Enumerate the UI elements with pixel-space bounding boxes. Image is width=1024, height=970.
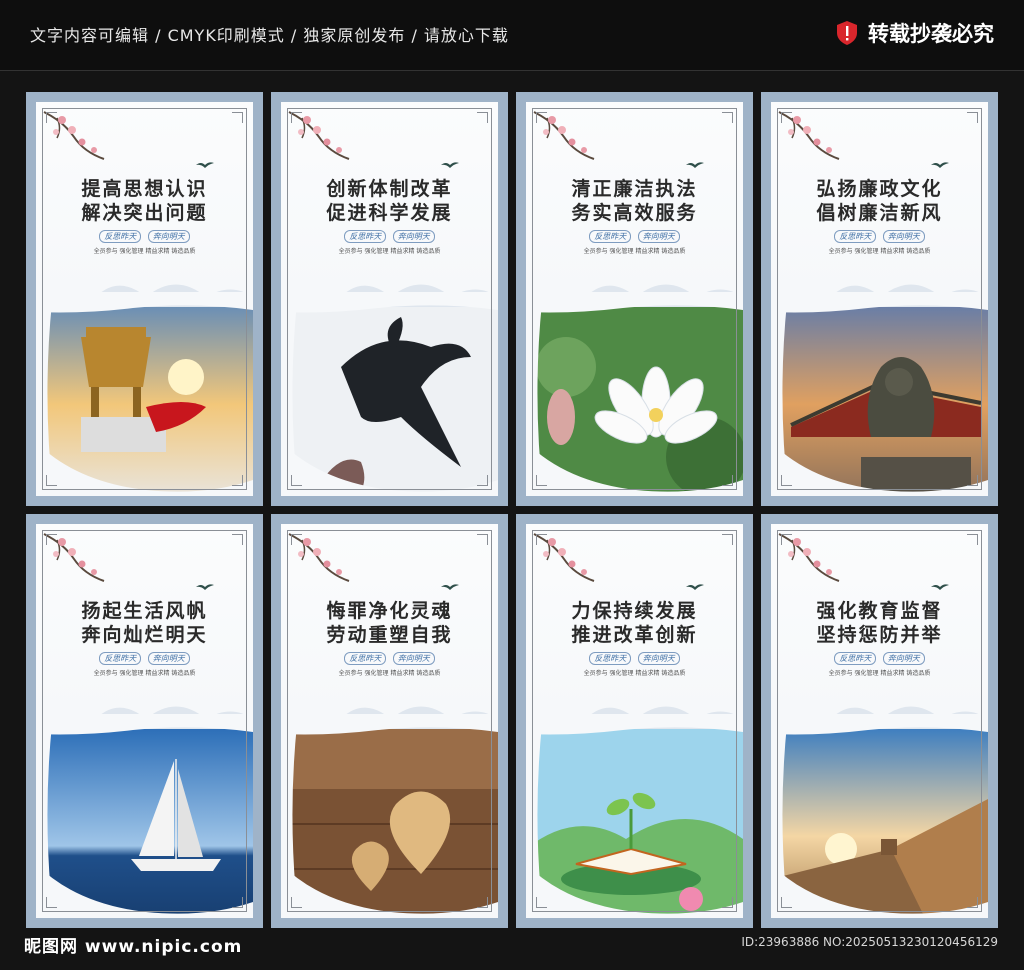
poster-inner: 创新体制改革 促进科学发展 反思昨天 奔向明天 全员参与 强化管理 精益求精 铸…: [281, 102, 498, 496]
poster-title-line1: 创新体制改革: [326, 178, 453, 200]
copyright-warning: 转载抄袭必究: [836, 18, 994, 48]
poster-title-line1: 提高思想认识: [81, 178, 208, 200]
poster-card: 强化教育监督 坚持惩防并举 反思昨天 奔向明天 全员参与 强化管理 精益求精 铸…: [761, 514, 998, 928]
poster-title-line2: 倡树廉洁新风: [816, 202, 943, 224]
poster-card: 创新体制改革 促进科学发展 反思昨天 奔向明天 全员参与 强化管理 精益求精 铸…: [271, 92, 508, 506]
plum-blossom-icon: [43, 111, 105, 160]
poster-title: 扬起生活风帆 奔向灿烂明天: [36, 599, 253, 647]
poster-title-line2: 坚持惩防并举: [816, 624, 943, 646]
stamp-reflect: 反思昨天: [589, 652, 632, 665]
poster-card: 力保持续发展 推进改革创新 反思昨天 奔向明天 全员参与 强化管理 精益求精 铸…: [516, 514, 753, 928]
ink-brush-overlay: [36, 714, 253, 918]
swallow-icon: [441, 162, 459, 168]
poster-title: 力保持续发展 推进改革创新: [526, 599, 743, 647]
poster-inner: 悔罪净化灵魂 劳动重塑自我 反思昨天 奔向明天 全员参与 强化管理 精益求精 铸…: [281, 524, 498, 918]
plum-blossom-icon: [288, 111, 350, 160]
poster-stamps: 反思昨天 奔向明天: [36, 652, 253, 665]
poster-title: 清正廉洁执法 务实高效服务: [526, 177, 743, 225]
stamp-tomorrow: 奔向明天: [882, 652, 925, 665]
poster-title: 弘扬廉政文化 倡树廉洁新风: [771, 177, 988, 225]
plum-blossom-icon: [533, 111, 595, 160]
stamp-reflect: 反思昨天: [99, 230, 142, 243]
ink-brush-overlay: [281, 292, 498, 496]
poster-title-line2: 推进改革创新: [571, 624, 698, 646]
stamp-reflect: 反思昨天: [589, 230, 632, 243]
poster-stamps: 反思昨天 奔向明天: [771, 652, 988, 665]
poster-inner: 扬起生活风帆 奔向灿烂明天 反思昨天 奔向明天 全员参与 强化管理 精益求精 铸…: [36, 524, 253, 918]
stamp-tomorrow: 奔向明天: [392, 652, 435, 665]
swallow-icon: [196, 162, 214, 168]
poster-inner: 力保持续发展 推进改革创新 反思昨天 奔向明天 全员参与 强化管理 精益求精 铸…: [526, 524, 743, 918]
swallow-icon: [196, 584, 214, 590]
poster-title-line2: 务实高效服务: [571, 202, 698, 224]
poster-card: 悔罪净化灵魂 劳动重塑自我 反思昨天 奔向明天 全员参与 强化管理 精益求精 铸…: [271, 514, 508, 928]
poster-title: 提高思想认识 解决突出问题: [36, 177, 253, 225]
stamp-tomorrow: 奔向明天: [392, 230, 435, 243]
stamp-tomorrow: 奔向明天: [882, 230, 925, 243]
poster-inner: 提高思想认识 解决突出问题 反思昨天 奔向明天 全员参与 强化管理 精益求精 铸…: [36, 102, 253, 496]
ink-brush-overlay: [771, 292, 988, 496]
top-banner: 文字内容可编辑 / CMYK印刷模式 / 独家原创发布 / 请放心下载 转载抄袭…: [0, 0, 1024, 71]
poster-stamps: 反思昨天 奔向明天: [526, 230, 743, 243]
poster-title-line2: 解决突出问题: [81, 202, 208, 224]
poster-stamps: 反思昨天 奔向明天: [526, 652, 743, 665]
stamp-tomorrow: 奔向明天: [637, 652, 680, 665]
poster-title-line1: 扬起生活风帆: [81, 600, 208, 622]
poster-title-line1: 强化教育监督: [816, 600, 943, 622]
ink-brush-overlay: [526, 714, 743, 918]
poster-title-line1: 弘扬廉政文化: [816, 178, 943, 200]
poster-title-line2: 奔向灿烂明天: [81, 624, 208, 646]
plum-blossom-icon: [778, 111, 840, 160]
stamp-tomorrow: 奔向明天: [637, 230, 680, 243]
poster-inner: 清正廉洁执法 务实高效服务 反思昨天 奔向明天 全员参与 强化管理 精益求精 铸…: [526, 102, 743, 496]
poster-stamps: 反思昨天 奔向明天: [281, 652, 498, 665]
stamp-tomorrow: 奔向明天: [147, 652, 190, 665]
stamp-reflect: 反思昨天: [834, 652, 877, 665]
swallow-icon: [686, 584, 704, 590]
stamp-reflect: 反思昨天: [344, 652, 387, 665]
swallow-icon: [931, 584, 949, 590]
plum-blossom-icon: [43, 533, 105, 582]
shield-warning-icon: [837, 21, 857, 45]
poster-title-line1: 悔罪净化灵魂: [326, 600, 453, 622]
poster-title-line2: 劳动重塑自我: [326, 624, 453, 646]
poster-title: 强化教育监督 坚持惩防并举: [771, 599, 988, 647]
poster-card: 清正廉洁执法 务实高效服务 反思昨天 奔向明天 全员参与 强化管理 精益求精 铸…: [516, 92, 753, 506]
banner-features-text: 文字内容可编辑 / CMYK印刷模式 / 独家原创发布 / 请放心下载: [30, 26, 509, 45]
image-id-text: ID:23963886 NO:20250513230120456129: [741, 935, 998, 949]
poster-title-line1: 清正廉洁执法: [571, 178, 698, 200]
poster-inner: 弘扬廉政文化 倡树廉洁新风 反思昨天 奔向明天 全员参与 强化管理 精益求精 铸…: [771, 102, 988, 496]
poster-stamps: 反思昨天 奔向明天: [281, 230, 498, 243]
poster-card: 扬起生活风帆 奔向灿烂明天 反思昨天 奔向明天 全员参与 强化管理 精益求精 铸…: [26, 514, 263, 928]
stamp-reflect: 反思昨天: [99, 652, 142, 665]
swallow-icon: [441, 584, 459, 590]
poster-title: 悔罪净化灵魂 劳动重塑自我: [281, 599, 498, 647]
poster-card: 提高思想认识 解决突出问题 反思昨天 奔向明天 全员参与 强化管理 精益求精 铸…: [26, 92, 263, 506]
poster-title-line1: 力保持续发展: [571, 600, 698, 622]
copyright-warning-label: 转载抄袭必究: [868, 22, 994, 46]
ink-brush-overlay: [36, 292, 253, 496]
stamp-reflect: 反思昨天: [834, 230, 877, 243]
poster-grid: 提高思想认识 解决突出问题 反思昨天 奔向明天 全员参与 强化管理 精益求精 铸…: [26, 92, 998, 928]
swallow-icon: [686, 162, 704, 168]
poster-title: 创新体制改革 促进科学发展: [281, 177, 498, 225]
plum-blossom-icon: [778, 533, 840, 582]
poster-inner: 强化教育监督 坚持惩防并举 反思昨天 奔向明天 全员参与 强化管理 精益求精 铸…: [771, 524, 988, 918]
stamp-reflect: 反思昨天: [344, 230, 387, 243]
stamp-tomorrow: 奔向明天: [147, 230, 190, 243]
poster-stamps: 反思昨天 奔向明天: [36, 230, 253, 243]
swallow-icon: [931, 162, 949, 168]
site-watermark-logo: 昵图网 www.nipic.com: [24, 937, 243, 957]
poster-stamps: 反思昨天 奔向明天: [771, 230, 988, 243]
ink-brush-overlay: [771, 714, 988, 918]
ink-brush-overlay: [526, 292, 743, 496]
plum-blossom-icon: [533, 533, 595, 582]
poster-title-line2: 促进科学发展: [326, 202, 453, 224]
ink-brush-overlay: [281, 714, 498, 918]
plum-blossom-icon: [288, 533, 350, 582]
poster-card: 弘扬廉政文化 倡树廉洁新风 反思昨天 奔向明天 全员参与 强化管理 精益求精 铸…: [761, 92, 998, 506]
